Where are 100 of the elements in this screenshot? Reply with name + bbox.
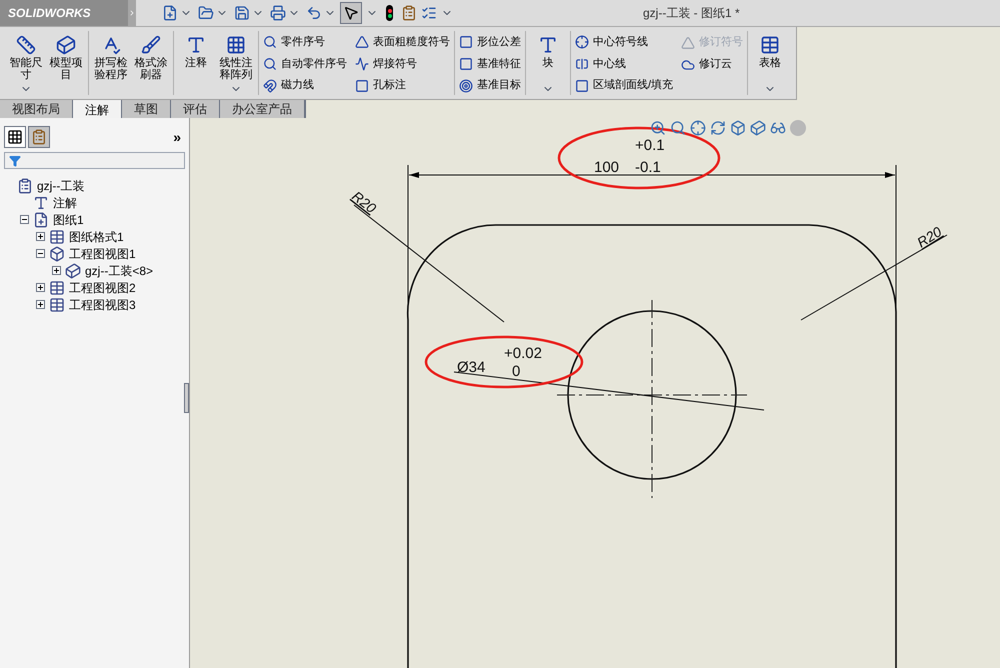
zigzag-icon [355, 57, 369, 71]
ribbon-button[interactable]: 形位公差 [459, 33, 521, 52]
ribbon-button[interactable]: 模型项目 [48, 31, 84, 95]
tree-item[interactable]: 工程图视图1 [69, 244, 136, 262]
toolbar-icon [306, 5, 322, 21]
ribbon-button[interactable]: 格式涂刷器 [133, 31, 169, 95]
expand-toggle[interactable] [36, 232, 45, 241]
expand-panel-button[interactable]: » [173, 126, 181, 148]
expand-toggle[interactable] [36, 249, 45, 258]
letter-icon [538, 35, 558, 55]
chevron-icon [128, 9, 136, 17]
tree-item[interactable]: 工程图视图3 [69, 296, 136, 314]
view-tool-button[interactable] [690, 120, 706, 136]
tree-icon [7, 129, 23, 145]
view-tool-button[interactable] [650, 120, 666, 136]
ribbon-button[interactable]: 表面粗糙度符号 [355, 33, 450, 52]
tree-node-icon [33, 194, 49, 210]
view-tool-button[interactable] [770, 120, 786, 136]
expand-toggle[interactable] [36, 300, 45, 309]
ribbon-button[interactable]: 中心符号线 [575, 33, 674, 52]
ribbon-button[interactable]: 自动零件序号 [263, 54, 347, 74]
app-logo: SOLIDWORKS [0, 0, 128, 26]
view-tool-button[interactable] [750, 120, 766, 136]
magnifier-icon [263, 35, 277, 50]
tree-item[interactable]: gzj--工装<8> [85, 262, 154, 280]
ribbon-button[interactable]: 孔标注 [355, 76, 450, 96]
target-icon [459, 78, 473, 93]
ribbon-tab[interactable]: 注解 [73, 100, 122, 120]
pointer-icon [343, 5, 359, 21]
list-icon [421, 5, 437, 21]
ribbon-button[interactable]: 基准目标 [459, 76, 521, 96]
view-tool-icon [650, 120, 666, 136]
ribbon-button[interactable]: 表格 [752, 31, 788, 95]
tree-node-icon [17, 178, 33, 194]
view-tool-icon [770, 120, 786, 136]
tolerance-text: +0.1 [635, 137, 665, 154]
tree-item[interactable]: 图纸格式1 [69, 228, 124, 246]
ribbon-button[interactable]: 基准特征 [459, 54, 521, 74]
ribbon-button[interactable]: 磁力线 [263, 76, 347, 96]
toolbar-icon [234, 5, 250, 21]
tree-item[interactable]: 注解 [53, 194, 77, 212]
tree-node-icon [65, 262, 81, 278]
ribbon-button[interactable]: 拼写检验程序 [93, 31, 129, 95]
expand-toggle[interactable] [36, 283, 45, 292]
options-icon [401, 5, 417, 21]
ribbon-tab[interactable]: 草图 [122, 100, 171, 118]
view-tool-button[interactable] [710, 120, 726, 136]
square-icon [459, 35, 473, 50]
dimension-text: Ø34 [457, 359, 486, 376]
square-icon [459, 57, 473, 71]
tree-item[interactable]: 图纸1 [53, 210, 84, 228]
tree-item[interactable]: gzj--工装 [37, 176, 84, 194]
splitter-handle[interactable] [184, 383, 189, 413]
letter-icon [186, 35, 206, 55]
filter-field[interactable] [4, 152, 185, 169]
square-icon [575, 78, 589, 93]
view-tool-icon [690, 120, 706, 136]
panel-tab[interactable] [4, 126, 26, 148]
view-tool-icon [710, 120, 726, 136]
triangle-icon [355, 35, 369, 50]
dimension-text: 100 [594, 159, 620, 176]
ribbon-button[interactable]: 修订云 [681, 55, 744, 74]
ribbon-tab[interactable]: 视图布局 [0, 100, 73, 118]
ribbon-tab[interactable]: 评估 [171, 100, 220, 118]
ribbon-button[interactable]: 块 [530, 31, 566, 95]
expand-toggle[interactable] [20, 215, 29, 224]
magnifier-icon [263, 57, 277, 71]
toolbar-icon [198, 5, 214, 21]
ribbon-button[interactable]: 线性注释阵列 [218, 31, 254, 95]
view-tool-button[interactable] [670, 120, 686, 136]
tolerance-text: 0 [512, 363, 520, 380]
tree-node-icon [49, 296, 65, 312]
view-tool-button[interactable] [730, 120, 746, 136]
ribbon-button[interactable]: 注释 [178, 31, 214, 95]
tree-node-icon [33, 212, 49, 228]
cloud-icon [681, 58, 696, 72]
brush-icon [141, 35, 161, 55]
view-tool-icon [670, 120, 686, 136]
ribbon-tab[interactable]: 办公室产品 [220, 100, 305, 118]
tree-node-icon [49, 246, 65, 262]
tree-item[interactable]: 工程图视图2 [69, 278, 136, 296]
ribbon-button[interactable]: 区域剖面线/填充 [575, 76, 674, 96]
toolbar-icon [270, 5, 286, 21]
properties-icon [31, 129, 47, 145]
crosshair-icon [575, 35, 589, 50]
ribbon-button[interactable]: 中心线 [575, 54, 674, 74]
split-square-icon [575, 57, 589, 71]
tolerance-text: -0.1 [635, 159, 661, 176]
ribbon-button[interactable]: 焊接符号 [355, 54, 450, 74]
select-button[interactable] [340, 2, 362, 24]
tree-node-icon [49, 280, 65, 296]
cube-icon [56, 35, 76, 55]
magnet-icon [263, 78, 277, 93]
expand-toggle[interactable] [52, 266, 61, 275]
toolbar-button[interactable] [268, 3, 288, 23]
ruler-icon [16, 35, 36, 55]
ribbon-button[interactable]: 零件序号 [263, 33, 347, 52]
table-icon [760, 35, 780, 55]
dimension-text: R20 [349, 188, 380, 216]
ribbon-button[interactable]: 智能尺寸 [8, 31, 44, 95]
